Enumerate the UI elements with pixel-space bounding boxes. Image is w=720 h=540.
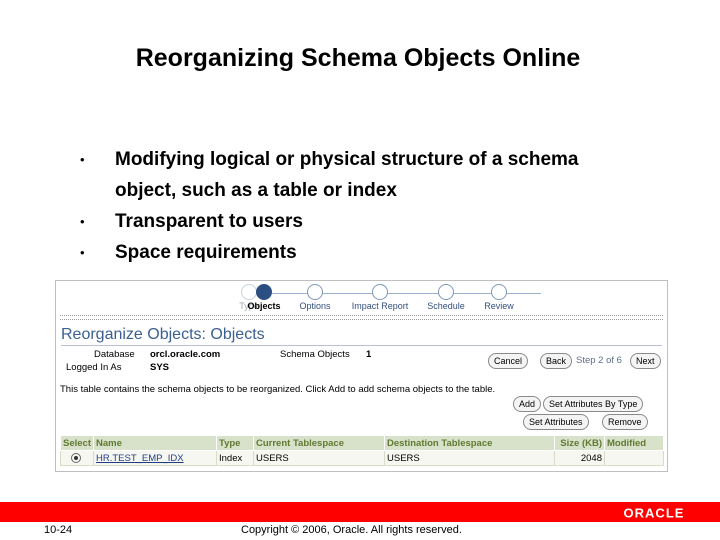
col-destination-tablespace[interactable]: Destination Tablespace <box>384 435 555 451</box>
schema-objects-label: Schema Objects <box>280 349 350 360</box>
logged-in-value: SYS <box>150 362 170 373</box>
train-step-review[interactable]: Review <box>469 284 529 311</box>
oracle-logo: ORACLE <box>624 506 685 519</box>
col-name[interactable]: Name <box>93 435 217 451</box>
heading-rule <box>61 345 662 346</box>
col-current-tablespace[interactable]: Current Tablespace <box>253 435 385 451</box>
current-tablespace-cell: USERS <box>253 450 385 466</box>
schema-objects-table: Select Name Type Current Tablespace Dest… <box>60 435 664 466</box>
modified-cell <box>604 450 664 466</box>
embedded-screenshot: Type Objects Options Impact Report Sched… <box>55 280 668 472</box>
bullet-item: • Space requirements <box>70 237 630 268</box>
object-name-link[interactable]: HR.TEST_EMP_IDX <box>96 453 184 464</box>
bullet-dot: • <box>80 245 85 260</box>
step-circle-icon <box>372 284 388 300</box>
col-select[interactable]: Select <box>60 435 94 451</box>
set-attributes-by-type-button[interactable]: Set Attributes By Type <box>543 396 644 412</box>
name-cell: HR.TEST_EMP_IDX <box>93 450 217 466</box>
database-label: Database <box>94 349 135 360</box>
bullet-dot: • <box>80 214 85 229</box>
set-attributes-button[interactable]: Set Attributes <box>523 414 589 430</box>
train-step-schedule[interactable]: Schedule <box>416 284 476 311</box>
table-row: HR.TEST_EMP_IDX Index USERS USERS 2048 <box>60 450 664 466</box>
logo-text: ORACLE <box>624 506 685 519</box>
col-size[interactable]: Size (KB) <box>554 435 605 451</box>
page-heading: Reorganize Objects: Objects <box>61 326 265 343</box>
slide-title: Reorganizing Schema Objects Online <box>135 44 581 72</box>
train-step-impact-report[interactable]: Impact Report <box>350 284 410 311</box>
footer-red-bar: ORACLE <box>0 502 720 522</box>
bullet-list: • Modifying logical or physical structure… <box>70 144 630 268</box>
remove-button[interactable]: Remove <box>602 414 648 430</box>
step-circle-icon <box>438 284 454 300</box>
page-number: 10-24 <box>44 524 73 536</box>
bullet-dot: • <box>80 152 85 167</box>
logged-in-label: Logged In As <box>66 362 122 373</box>
step-circle-icon <box>491 284 507 300</box>
back-button[interactable]: Back <box>540 353 573 369</box>
type-cell: Index <box>216 450 254 466</box>
add-button[interactable]: Add <box>513 396 542 412</box>
table-description: This table contains the schema objects t… <box>60 384 496 395</box>
destination-tablespace-cell: USERS <box>384 450 555 466</box>
select-radio[interactable] <box>71 452 81 463</box>
cancel-button[interactable]: Cancel <box>488 353 529 369</box>
step-circle-icon <box>256 284 272 300</box>
dotted-separator <box>60 319 663 320</box>
bullet-item: • Transparent to users <box>70 206 630 237</box>
table-header-row: Select Name Type Current Tablespace Dest… <box>60 435 664 451</box>
schema-objects-value: 1 <box>366 349 372 360</box>
next-button[interactable]: Next <box>630 353 661 369</box>
step-circle-icon <box>307 284 323 300</box>
train-step-options[interactable]: Options <box>285 284 345 311</box>
step-indicator: Step 2 of 6 <box>576 355 622 366</box>
col-type[interactable]: Type <box>216 435 254 451</box>
bullet-item: • Modifying logical or physical structure… <box>70 144 630 206</box>
size-cell: 2048 <box>554 450 605 466</box>
database-value: orcl.oracle.com <box>150 349 221 360</box>
copyright: Copyright © 2006, Oracle. All rights res… <box>241 524 462 536</box>
dotted-separator <box>60 315 663 316</box>
select-cell <box>60 450 94 466</box>
col-modified[interactable]: Modified <box>604 435 664 451</box>
